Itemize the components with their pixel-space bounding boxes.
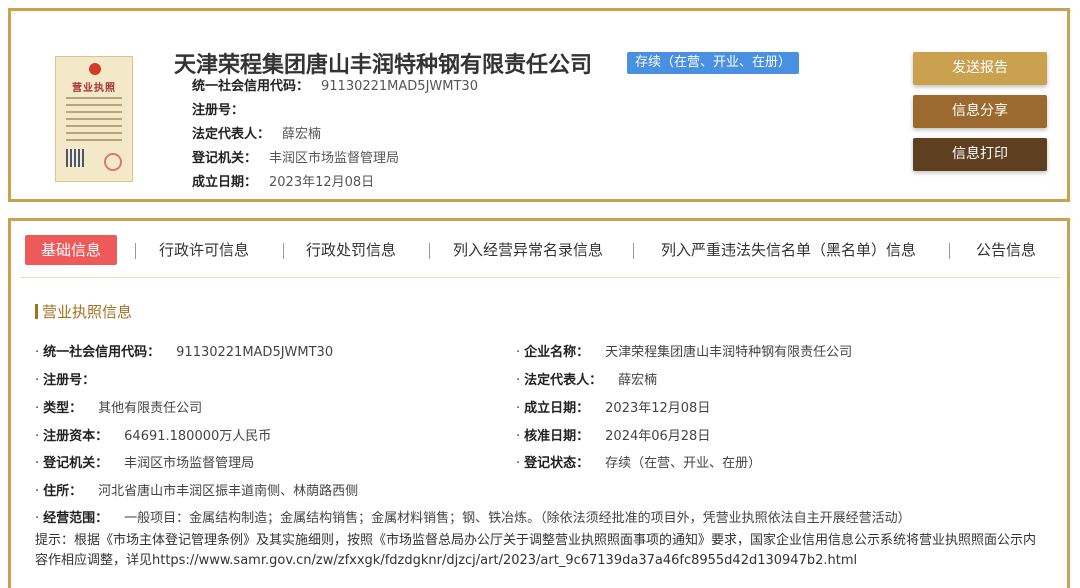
send-report-button[interactable]: 发送报告: [913, 52, 1047, 85]
detail-type: · 类型： 其他有限责任公司: [35, 401, 203, 416]
tab-separator: [949, 243, 950, 259]
summary-established: 成立日期： 2023年12月08日: [192, 175, 375, 190]
section-marker: [35, 304, 38, 319]
summary-legal-rep: 法定代表人： 薛宏楠: [192, 127, 322, 142]
official-seal-icon: [104, 153, 122, 171]
detail-legal-rep: · 法定代表人： 薛宏楠: [516, 373, 658, 388]
detail-reg-no: · 注册号：: [35, 373, 96, 388]
summary-reg-authority: 登记机关： 丰润区市场监督管理局: [192, 151, 400, 166]
license-title: 营业执照: [72, 83, 116, 94]
print-info-button[interactable]: 信息打印: [913, 138, 1047, 171]
detail-card: 基础信息 行政许可信息 行政处罚信息 列入经营异常名录信息 列入严重违法失信名单…: [8, 218, 1070, 588]
tab-bar: 基础信息 行政许可信息 行政处罚信息 列入经营异常名录信息 列入严重违法失信名单…: [21, 235, 1061, 269]
share-info-button[interactable]: 信息分享: [913, 95, 1047, 128]
qr-code-icon: [66, 149, 84, 167]
detail-reg-status: · 登记状态： 存续（在营、开业、在册）: [516, 456, 762, 471]
detail-reg-capital: · 注册资本： 64691.180000万人民币: [35, 429, 272, 444]
tab-admin-penalty[interactable]: 行政处罚信息: [306, 235, 396, 265]
tab-separator: [283, 243, 284, 259]
tab-blacklist[interactable]: 列入严重违法失信名单（黑名单）信息: [661, 235, 916, 265]
tab-separator: [633, 243, 634, 259]
detail-approval-date: · 核准日期： 2024年06月28日: [516, 429, 711, 444]
tab-abnormal-list[interactable]: 列入经营异常名录信息: [453, 235, 603, 265]
detail-company-name: · 企业名称： 天津荣程集团唐山丰润特种钢有限责任公司: [516, 345, 853, 360]
detail-address: · 住所： 河北省唐山市丰润区振丰道南侧、林荫路西侧: [35, 484, 359, 499]
detail-business-scope: · 经营范围： 一般项目：金属结构制造；金属结构销售；金属材料销售；钢、铁冶炼。（除…: [35, 511, 911, 526]
tab-announcements[interactable]: 公告信息: [976, 235, 1036, 265]
section-title: 营业执照信息: [35, 301, 132, 322]
detail-credit-code: · 统一社会信用代码： 91130221MAD5JWMT30: [35, 345, 334, 360]
company-header-card: 营业执照 天津荣程集团唐山丰润特种钢有限责任公司 存续（在营、开业、在册） 统一…: [8, 8, 1070, 202]
business-license-image: 营业执照: [55, 56, 133, 182]
tab-admin-license[interactable]: 行政许可信息: [159, 235, 249, 265]
detail-established: · 成立日期： 2023年12月08日: [516, 401, 711, 416]
tab-basic-info[interactable]: 基础信息: [25, 235, 118, 265]
summary-reg-no: 注册号：: [192, 103, 245, 118]
summary-credit-code: 统一社会信用代码： 91130221MAD5JWMT30: [192, 79, 478, 94]
tab-separator: [135, 243, 136, 259]
notice-text: 提示：根据《市场主体登记管理条例》及其实施细则，按照《市场监督总局办公厅关于调整…: [35, 533, 1037, 568]
tab-separator: [429, 243, 430, 259]
license-text-lines: [66, 97, 122, 146]
tab-divider: [21, 277, 1061, 278]
detail-reg-authority: · 登记机关： 丰润区市场监督管理局: [35, 456, 255, 471]
status-badge: 存续（在营、开业、在册）: [627, 52, 800, 74]
national-emblem-icon: [89, 63, 101, 75]
